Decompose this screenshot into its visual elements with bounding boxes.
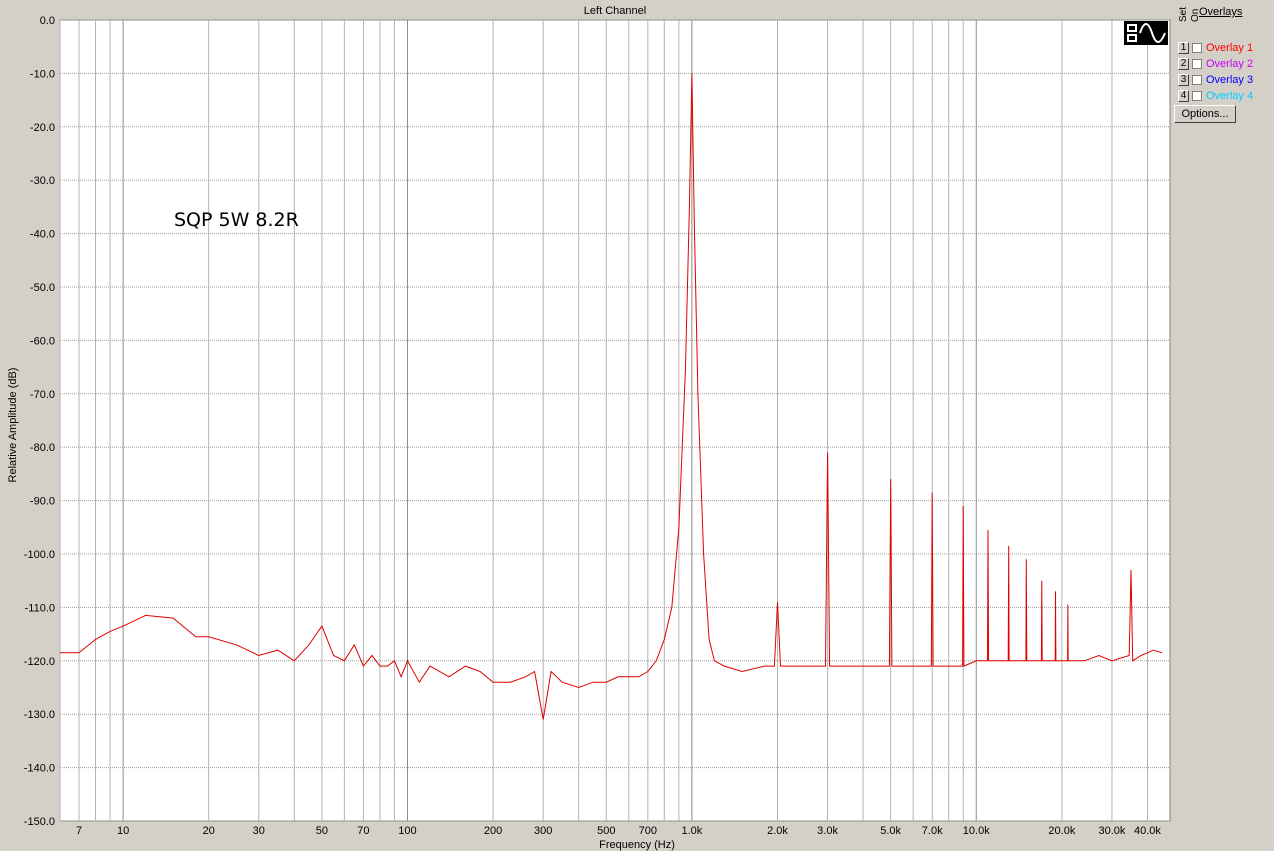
x-tick-label: 1.0k [681, 825, 702, 837]
x-tick-label: 2.0k [767, 825, 788, 837]
x-tick-label: 5.0k [880, 825, 901, 837]
x-tick-label: 200 [484, 825, 502, 837]
set-column-label: Set [1178, 6, 1189, 22]
y-tick-label: -10.0 [30, 68, 55, 80]
overlay-2-on-checkbox[interactable] [1192, 59, 1202, 69]
overlay-row-3: 3 Overlay 3 [1178, 73, 1253, 87]
x-tick-label: 10 [117, 825, 129, 837]
y-tick-label: -60.0 [30, 335, 55, 347]
overlay-2-set-button[interactable]: 2 [1178, 58, 1189, 70]
sine-wave-logo-icon [1124, 21, 1168, 45]
logo-graphic [1127, 23, 1166, 43]
overlays-panel: Overlays Set On 1 Overlay 1 2 Overlay 2 … [1172, 0, 1274, 851]
chart-annotation: SQP 5W 8.2R [174, 209, 299, 231]
overlay-4-label: Overlay 4 [1206, 90, 1254, 102]
x-tick-label: 7 [76, 825, 82, 837]
overlay-4-set-button[interactable]: 4 [1178, 90, 1189, 102]
x-tick-label: 700 [639, 825, 657, 837]
x-tick-label: 70 [357, 825, 369, 837]
x-tick-label: 20.0k [1048, 825, 1075, 837]
x-tick-label: 100 [398, 825, 416, 837]
x-tick-label: 30 [253, 825, 265, 837]
overlay-1-on-checkbox[interactable] [1192, 43, 1202, 53]
x-tick-label: 300 [534, 825, 552, 837]
y-tick-labels: 0.0 -10.0 -20.0 -30.0 -40.0 -50.0 -60.0 -70.0 -8… [24, 15, 55, 828]
y-tick-label: -40.0 [30, 229, 55, 241]
y-tick-label: -20.0 [30, 122, 55, 134]
y-tick-label: -150.0 [24, 816, 55, 828]
x-axis-label: Frequency (Hz) [599, 839, 675, 851]
plot-area [59, 19, 1171, 822]
y-tick-label: -120.0 [24, 656, 55, 668]
x-tick-label: 40.0k [1134, 825, 1161, 837]
overlay-row-1: 1 Overlay 1 [1178, 41, 1253, 55]
overlay-3-set-button[interactable]: 3 [1178, 74, 1189, 86]
on-column-label: On [1190, 8, 1201, 22]
y-tick-label: -70.0 [30, 389, 55, 401]
y-tick-label: -30.0 [30, 175, 55, 187]
y-tick-label: -50.0 [30, 282, 55, 294]
x-tick-labels: 7 10 20 30 50 70 100 200 300 500 700 1.0k 2.0k 3.0k 5.… [76, 825, 1161, 837]
x-tick-label: 500 [597, 825, 615, 837]
overlay-1-label: Overlay 1 [1206, 42, 1254, 54]
y-tick-label: -100.0 [24, 549, 55, 561]
plot-svg: 0.0 -10.0 -20.0 -30.0 -40.0 -50.0 -60.0 -70.0 -8… [7, 5, 1171, 851]
y-tick-label: -80.0 [30, 442, 55, 454]
chart-title: Left Channel [584, 5, 646, 17]
x-tick-label: 30.0k [1098, 825, 1125, 837]
options-button[interactable]: Options... [1174, 105, 1236, 123]
x-tick-label: 3.0k [817, 825, 838, 837]
y-axis-label: Relative Amplitude (dB) [7, 368, 19, 483]
overlay-4-on-checkbox[interactable] [1192, 91, 1202, 101]
overlay-3-label: Overlay 3 [1206, 74, 1254, 86]
y-tick-label: -140.0 [24, 763, 55, 775]
overlay-row-2: 2 Overlay 2 [1178, 57, 1253, 71]
y-tick-label: -90.0 [30, 496, 55, 508]
overlay-3-on-checkbox[interactable] [1192, 75, 1202, 85]
x-tick-label: 7.0k [922, 825, 943, 837]
overlay-2-label: Overlay 2 [1206, 58, 1254, 70]
y-tick-label: -110.0 [25, 602, 55, 614]
y-tick-label: -130.0 [24, 709, 55, 721]
x-tick-label: 10.0k [963, 825, 990, 837]
overlay-1-set-button[interactable]: 1 [1178, 42, 1189, 54]
x-tick-label: 50 [316, 825, 328, 837]
overlays-title: Overlays [1199, 6, 1243, 18]
y-tick-label: 0.0 [40, 15, 55, 27]
x-tick-label: 20 [203, 825, 215, 837]
overlay-row-4: 4 Overlay 4 [1178, 89, 1253, 103]
